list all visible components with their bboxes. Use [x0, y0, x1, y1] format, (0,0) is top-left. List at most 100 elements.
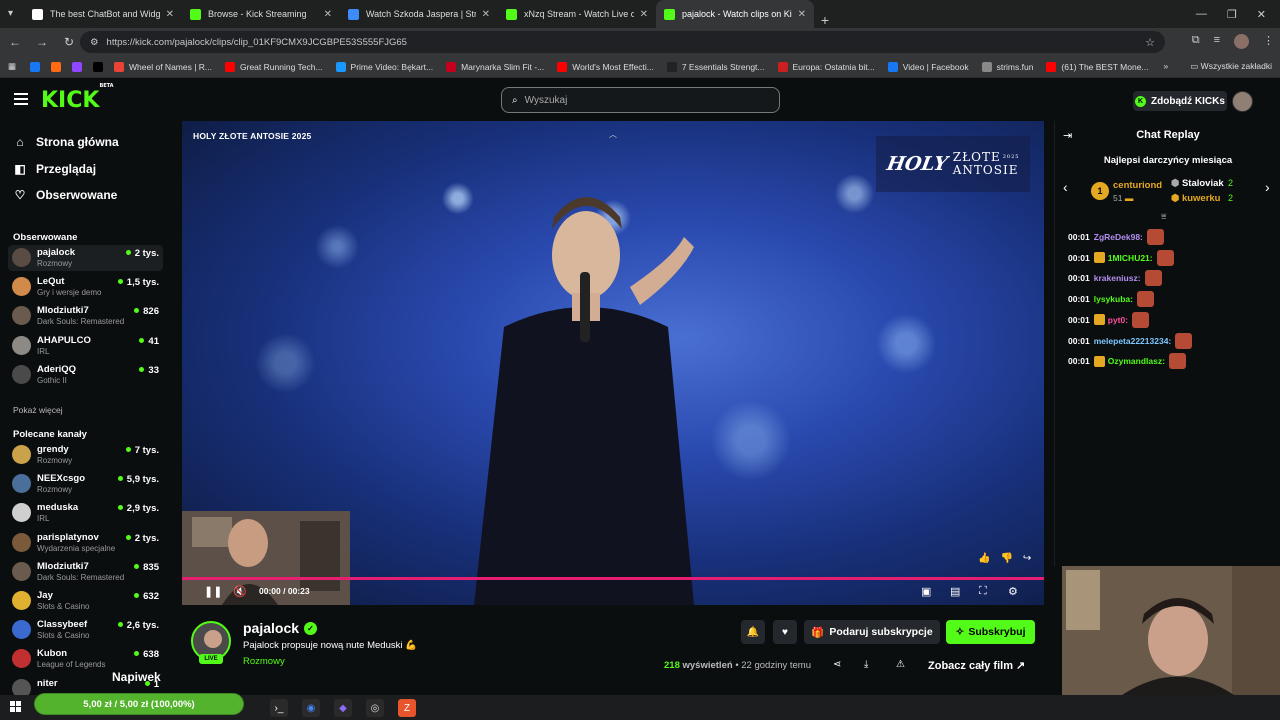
bookmark-item[interactable]: 7 Essentials Strengt...	[666, 61, 765, 72]
theater-icon[interactable]: ▤	[950, 585, 960, 598]
sidebar-channel-meduska[interactable]: meduska IRL 2,9 tys.	[8, 500, 163, 526]
tab-close-icon[interactable]: ✕	[798, 9, 806, 20]
notification-bell-button[interactable]: 🔔	[741, 620, 765, 644]
bookmark-item[interactable]: Prime Video: Bękart...	[335, 61, 433, 72]
obs-icon[interactable]: ◎	[366, 699, 384, 717]
pip-icon[interactable]: ▣	[921, 585, 931, 598]
get-kicks-button[interactable]: K Zdobądź KICKs	[1133, 91, 1227, 111]
tab-close-icon[interactable]: ✕	[324, 9, 332, 20]
pinned-toggle-icon[interactable]: ⩸	[1161, 211, 1166, 222]
nav-following[interactable]: ♡ Obserwowane	[13, 185, 118, 205]
share-arrow-icon[interactable]: ↪	[1023, 553, 1031, 564]
show-more-link[interactable]: Pokaż więcej	[13, 405, 63, 415]
bookmark-star-icon[interactable]: ☆	[1145, 36, 1155, 49]
bookmark-item[interactable]	[72, 61, 87, 72]
menu-icon[interactable]: ⋮	[1263, 34, 1274, 49]
sidebar-channel-jay[interactable]: Jay Slots & Casino 632	[8, 588, 163, 614]
bookmark-item[interactable]: Europa: Ostatnia bit...	[777, 61, 875, 72]
collapse-chat-icon[interactable]: ⇥	[1063, 129, 1072, 142]
forward-icon[interactable]: →	[30, 35, 54, 49]
expand-chevron-icon[interactable]: ︿	[609, 129, 617, 140]
share-icon[interactable]: ⋖	[833, 659, 841, 670]
sidebar-channel-ahapulco[interactable]: AHAPULCO IRL 41	[8, 333, 163, 359]
like-icon[interactable]: 👍	[978, 553, 990, 564]
minimize-icon[interactable]: —	[1196, 8, 1207, 20]
restore-icon[interactable]: ❐	[1227, 8, 1237, 21]
message-user[interactable]: melepeta22213234:	[1094, 336, 1172, 346]
next-donors-icon[interactable]: ›	[1265, 179, 1270, 195]
bookmark-item[interactable]	[93, 61, 108, 72]
fullscreen-icon[interactable]: ⛶	[979, 585, 987, 598]
dislike-icon[interactable]: 👎	[1000, 553, 1012, 564]
nav-home[interactable]: ⌂ Strona główna	[13, 132, 118, 152]
media-icon[interactable]: ≡	[1214, 34, 1220, 49]
reload-icon[interactable]: ↻	[57, 35, 81, 49]
sidebar-channel-neexcsgo[interactable]: NEEXcsgo Rozmowy 5,9 tys.	[8, 471, 163, 497]
all-bookmarks[interactable]: ▭ Wszystkie zakładki	[1190, 61, 1272, 72]
bookmark-item[interactable]	[30, 61, 45, 72]
browser-tab[interactable]: The best ChatBot and Widgets ✕	[24, 0, 182, 28]
report-icon[interactable]: ⚠	[896, 659, 905, 670]
more-bookmarks-icon[interactable]: »	[1164, 61, 1169, 72]
tab-close-icon[interactable]: ✕	[166, 9, 174, 20]
video-progress-bar[interactable]	[182, 577, 1044, 580]
nav-browse[interactable]: ◧ Przeglądaj	[13, 159, 96, 179]
download-icon[interactable]: ⤓	[864, 659, 868, 670]
settings-icon[interactable]: ⚙	[1008, 585, 1018, 598]
profile-avatar[interactable]	[1234, 34, 1249, 49]
sidebar-channel-aderiqq[interactable]: AderiQQ Gothic II 33	[8, 362, 163, 388]
bookmark-item[interactable]	[51, 61, 66, 72]
message-user[interactable]: lysykuba:	[1094, 294, 1133, 304]
video-player[interactable]: HOLY ZŁOTE ANTOSIE 2025 HOLY ZŁOTE 2025 AN…	[182, 121, 1044, 605]
follow-heart-button[interactable]: ♥	[773, 620, 797, 644]
terminal-icon[interactable]: ›_	[270, 699, 288, 717]
browser-tab[interactable]: Watch Szkoda Jaspera | Stream ✕	[340, 0, 498, 28]
clip-category[interactable]: Rozmowy	[243, 656, 285, 667]
bookmark-item[interactable]: World's Most Effecti...	[557, 61, 654, 72]
url-field[interactable]: ⚙ https://kick.com/pajalock/clips/clip_0…	[80, 31, 1165, 53]
message-user[interactable]: Ozymandlasz:	[1108, 356, 1165, 366]
discord-icon[interactable]: ◆	[334, 699, 352, 717]
bookmark-item[interactable]: strims.fun	[981, 61, 1033, 72]
watch-full-video-link[interactable]: Zobacz cały film ↗	[928, 659, 1025, 672]
browser-tab[interactable]: xNzq Stream - Watch Live on K ✕	[498, 0, 656, 28]
bookmark-item[interactable]: (61) The BEST Mone...	[1046, 61, 1149, 72]
sidebar-channel-classybeef[interactable]: Classybeef Slots & Casino 2,6 tys.	[8, 617, 163, 643]
subscribe-button[interactable]: ✧ Subskrybuj	[946, 620, 1035, 644]
sidebar-channel-mlodziutki7[interactable]: Mlodziutki7 Dark Souls: Remastered 835	[8, 559, 163, 585]
pause-icon[interactable]: ❚❚	[204, 585, 222, 598]
windows-start-icon[interactable]	[10, 701, 22, 713]
chrome-icon[interactable]: ◉	[302, 699, 320, 717]
extensions-icon[interactable]: ⧉	[1192, 34, 1200, 49]
sidebar-channel-mlodziutki7[interactable]: Mlodziutki7 Dark Souls: Remastered 826	[8, 303, 163, 329]
streamelements-icon[interactable]: Z	[398, 699, 416, 717]
new-tab-button[interactable]: +	[814, 12, 836, 28]
message-user[interactable]: 1MICHU21:	[1108, 253, 1153, 263]
tab-close-icon[interactable]: ✕	[482, 9, 490, 20]
mute-icon[interactable]: 🔇	[233, 585, 247, 598]
tab-search-icon[interactable]: ▾	[8, 8, 20, 20]
sidebar-channel-lequt[interactable]: LeQut Gry i wersje demo 1,5 tys.	[8, 274, 163, 300]
site-info-icon[interactable]: ⚙	[90, 37, 99, 48]
kick-logo[interactable]: KICKBETA	[41, 83, 114, 113]
bookmark-item[interactable]: Marynarka Slim Fit -...	[446, 61, 544, 72]
browser-tab[interactable]: Browse - Kick Streaming ✕	[182, 0, 340, 28]
bookmark-item[interactable]: Great Running Tech...	[225, 61, 323, 72]
apps-icon[interactable]: ▦	[8, 61, 16, 72]
prev-donors-icon[interactable]: ‹	[1063, 179, 1068, 195]
sidebar-channel-grendy[interactable]: grendy Rozmowy 7 tys.	[8, 442, 163, 468]
message-user[interactable]: pyt0:	[1108, 315, 1128, 325]
sidebar-channel-pajalock[interactable]: pajalock Rozmowy 2 tys.	[8, 245, 163, 271]
gift-sub-button[interactable]: 🎁 Podaruj subskrypcje	[804, 620, 940, 644]
bookmark-item[interactable]: Video | Facebook	[887, 61, 969, 72]
tab-close-icon[interactable]: ✕	[640, 9, 648, 20]
message-user[interactable]: krakeniusz:	[1094, 273, 1141, 283]
close-window-icon[interactable]: ✕	[1257, 8, 1266, 21]
browser-tab[interactable]: pajalock - Watch clips on Kick ✕	[656, 0, 814, 28]
back-icon[interactable]: ←	[3, 35, 27, 49]
message-user[interactable]: ZgReDek98:	[1094, 232, 1143, 242]
sidebar-channel-parisplatynov[interactable]: parisplatynov Wydarzenia specjalne 2 tys.	[8, 530, 163, 556]
sidebar-channel-kubon[interactable]: Kubon League of Legends 638	[8, 646, 163, 672]
channel-name[interactable]: pajalock	[243, 620, 299, 636]
bookmark-item[interactable]: Wheel of Names | R...	[114, 61, 212, 72]
